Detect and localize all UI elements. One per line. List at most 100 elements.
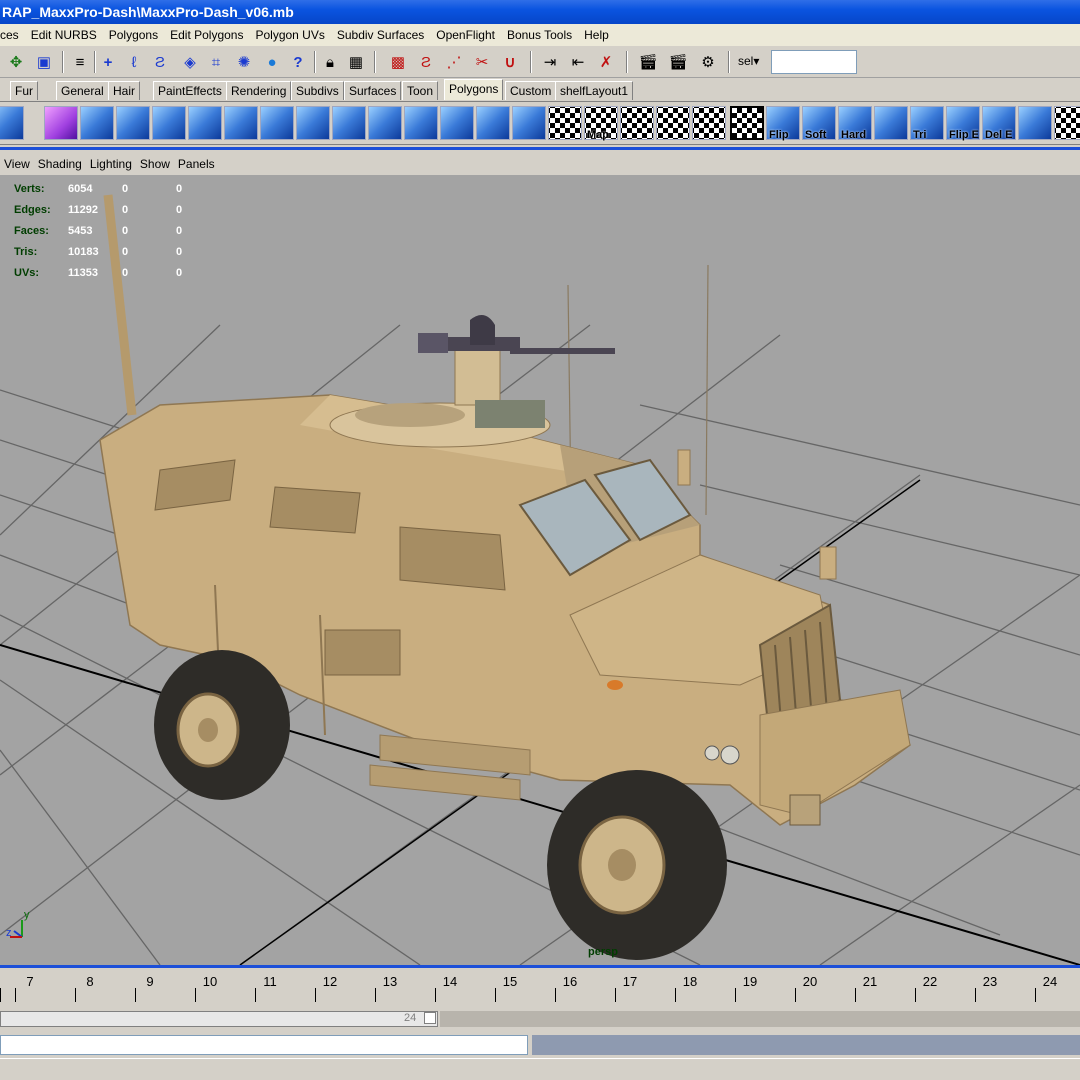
panel-menu-lighting[interactable]: Lighting bbox=[86, 154, 136, 174]
menu-bonus-tools[interactable]: Bonus Tools bbox=[501, 24, 578, 46]
timeline-tick bbox=[735, 988, 736, 1002]
poly-bevel-icon[interactable] bbox=[224, 106, 258, 140]
tab-rendering[interactable]: Rendering bbox=[226, 81, 292, 100]
sel-label[interactable]: sel▾ bbox=[738, 54, 759, 68]
snap-point-icon[interactable]: ⋰ bbox=[442, 50, 466, 74]
timeline-tick bbox=[915, 988, 916, 1002]
poly-sphere-icon[interactable] bbox=[0, 106, 24, 140]
snap-grid-icon[interactable]: ▩ bbox=[386, 50, 410, 74]
panel-menubar: View Shading Lighting Show Panels bbox=[0, 154, 1080, 174]
poly-append-icon[interactable] bbox=[296, 106, 330, 140]
poly-separate-icon[interactable] bbox=[512, 106, 546, 140]
panel-menu-panels[interactable]: Panels bbox=[174, 154, 219, 174]
timeline-frame-number: 11 bbox=[263, 974, 277, 989]
soft-edge-icon[interactable]: Soft bbox=[802, 106, 836, 141]
tab-subdivs[interactable]: Subdivs bbox=[291, 81, 344, 100]
range-end-checkbox[interactable] bbox=[424, 1012, 436, 1024]
menu-help[interactable]: Help bbox=[578, 24, 615, 46]
poly-wedge-icon[interactable] bbox=[332, 106, 366, 140]
uv-map-icon[interactable]: Map bbox=[584, 106, 618, 141]
tab-custom[interactable]: Custom bbox=[505, 81, 557, 100]
time-slider[interactable]: 7 8 9 10 11 12 13 14 15 16 17 18 19 20 21 22 23 24 bbox=[0, 968, 1080, 1004]
render-icon[interactable]: 🎬︎ bbox=[636, 50, 660, 74]
command-input[interactable] bbox=[0, 1035, 528, 1055]
move-icon[interactable]: ✥ bbox=[4, 50, 28, 74]
tab-hair[interactable]: Hair bbox=[108, 81, 141, 100]
flip-edge-icon[interactable]: Flip E bbox=[946, 106, 980, 141]
tab-general[interactable]: General bbox=[56, 81, 109, 100]
lock-icon[interactable]: 🔒︎ bbox=[318, 50, 342, 74]
snap-view-icon[interactable]: ✂ bbox=[470, 50, 494, 74]
add-icon[interactable]: + bbox=[96, 50, 120, 74]
sel-input[interactable] bbox=[771, 50, 857, 74]
menu-edit-nurbs[interactable]: Edit NURBS bbox=[25, 24, 103, 46]
snap-icon[interactable]: ▦ bbox=[344, 50, 368, 74]
uv-planar-icon[interactable] bbox=[548, 106, 582, 140]
menu-openflight[interactable]: OpenFlight bbox=[430, 24, 501, 46]
render-settings-icon[interactable]: ⚙ bbox=[696, 50, 720, 74]
poly-subdivide-icon[interactable] bbox=[404, 106, 438, 140]
timeline-frame-number: 15 bbox=[502, 974, 518, 989]
poly-extrude-edge-icon[interactable] bbox=[188, 106, 222, 140]
tab-fur[interactable]: Fur bbox=[10, 81, 38, 100]
timeline-tick bbox=[615, 988, 616, 1002]
uv-editor-icon[interactable] bbox=[730, 106, 764, 140]
input-icon[interactable]: ⇥ bbox=[538, 50, 562, 74]
menu-edit-polygons[interactable]: Edit Polygons bbox=[164, 24, 249, 46]
menu-subdiv-surfaces[interactable]: Subdiv Surfaces bbox=[331, 24, 430, 46]
tab-polygons[interactable]: Polygons bbox=[444, 79, 504, 100]
lasso-icon[interactable]: ℓ bbox=[122, 50, 146, 74]
select-icon[interactable]: ▣ bbox=[32, 50, 56, 74]
range-slider-bar: 24 bbox=[0, 1007, 1080, 1031]
poly-plane-icon[interactable] bbox=[80, 106, 114, 140]
tab-painteffects[interactable]: PaintEffects bbox=[153, 81, 227, 100]
poly-extrude-face-icon[interactable] bbox=[152, 106, 186, 140]
range-end-value[interactable]: 24 bbox=[404, 1012, 416, 1024]
uv-cylindrical-icon[interactable] bbox=[620, 106, 654, 140]
poly-normal-icon[interactable] bbox=[874, 106, 908, 140]
uv-automatic-icon[interactable] bbox=[692, 106, 726, 140]
range-slider-fill bbox=[440, 1011, 1080, 1027]
delete-edge-icon[interactable]: Del E bbox=[982, 106, 1016, 141]
uv-spherical-icon[interactable] bbox=[656, 106, 690, 140]
poly-split-icon[interactable] bbox=[116, 106, 150, 140]
magnet-icon[interactable]: ∪ bbox=[498, 50, 522, 74]
poly-smooth-icon[interactable] bbox=[368, 106, 402, 140]
panel-menu-view[interactable]: View bbox=[0, 154, 34, 174]
ipr-icon[interactable]: 🎬︎ bbox=[666, 50, 690, 74]
sphere-icon[interactable]: ● bbox=[260, 50, 284, 74]
poly-reduce-icon[interactable] bbox=[440, 106, 474, 140]
grid-icon[interactable]: ⌗ bbox=[204, 50, 228, 74]
help-icon[interactable]: ? bbox=[286, 50, 310, 74]
output-icon[interactable]: ⇤ bbox=[566, 50, 590, 74]
tab-toon[interactable]: Toon bbox=[402, 81, 439, 100]
tab-surfaces[interactable]: Surfaces bbox=[344, 81, 402, 100]
history-icon[interactable]: ✗ bbox=[594, 50, 618, 74]
hud-row: Tris: 10183 0 0 bbox=[14, 246, 183, 258]
range-slider[interactable] bbox=[0, 1011, 438, 1027]
menu-polygon-uvs[interactable]: Polygon UVs bbox=[249, 24, 330, 46]
timeline-frame-number: 12 bbox=[322, 974, 338, 989]
poly-merge-icon[interactable] bbox=[260, 106, 294, 140]
panel-menu-shading[interactable]: Shading bbox=[34, 154, 86, 174]
curve-icon[interactable]: Ƨ bbox=[148, 50, 172, 74]
light-icon[interactable]: ✺ bbox=[232, 50, 256, 74]
flip-icon[interactable]: Flip bbox=[766, 106, 800, 141]
poly-cube-icon[interactable] bbox=[44, 106, 78, 140]
timeline-frame-number: 18 bbox=[682, 974, 698, 989]
hard-edge-icon[interactable]: Hard bbox=[838, 106, 872, 141]
tab-shelflayout1[interactable]: shelfLayout1 bbox=[555, 81, 634, 100]
snap-curve-icon[interactable]: Ƨ bbox=[414, 50, 438, 74]
surface-icon[interactable]: ◈ bbox=[178, 50, 202, 74]
timeline-frame-number: 7 bbox=[26, 974, 34, 989]
panel-menu-show[interactable]: Show bbox=[136, 154, 174, 174]
perspective-viewport[interactable]: y z Verts: 6054 0 0 Edges: 11292 0 0 Faces: 545… bbox=[0, 175, 1080, 965]
poly-fill-hole-icon[interactable] bbox=[1018, 106, 1052, 140]
triangulate-icon[interactable]: Tri bbox=[910, 106, 944, 141]
uv-layout-icon[interactable] bbox=[1054, 106, 1080, 140]
menu-polygons[interactable]: Polygons bbox=[103, 24, 164, 46]
poly-combine-icon[interactable] bbox=[476, 106, 510, 140]
menu-ces[interactable]: ces bbox=[0, 24, 25, 46]
timeline-tick bbox=[0, 988, 1, 1002]
hierarchy-icon[interactable]: ≡ bbox=[68, 50, 92, 74]
